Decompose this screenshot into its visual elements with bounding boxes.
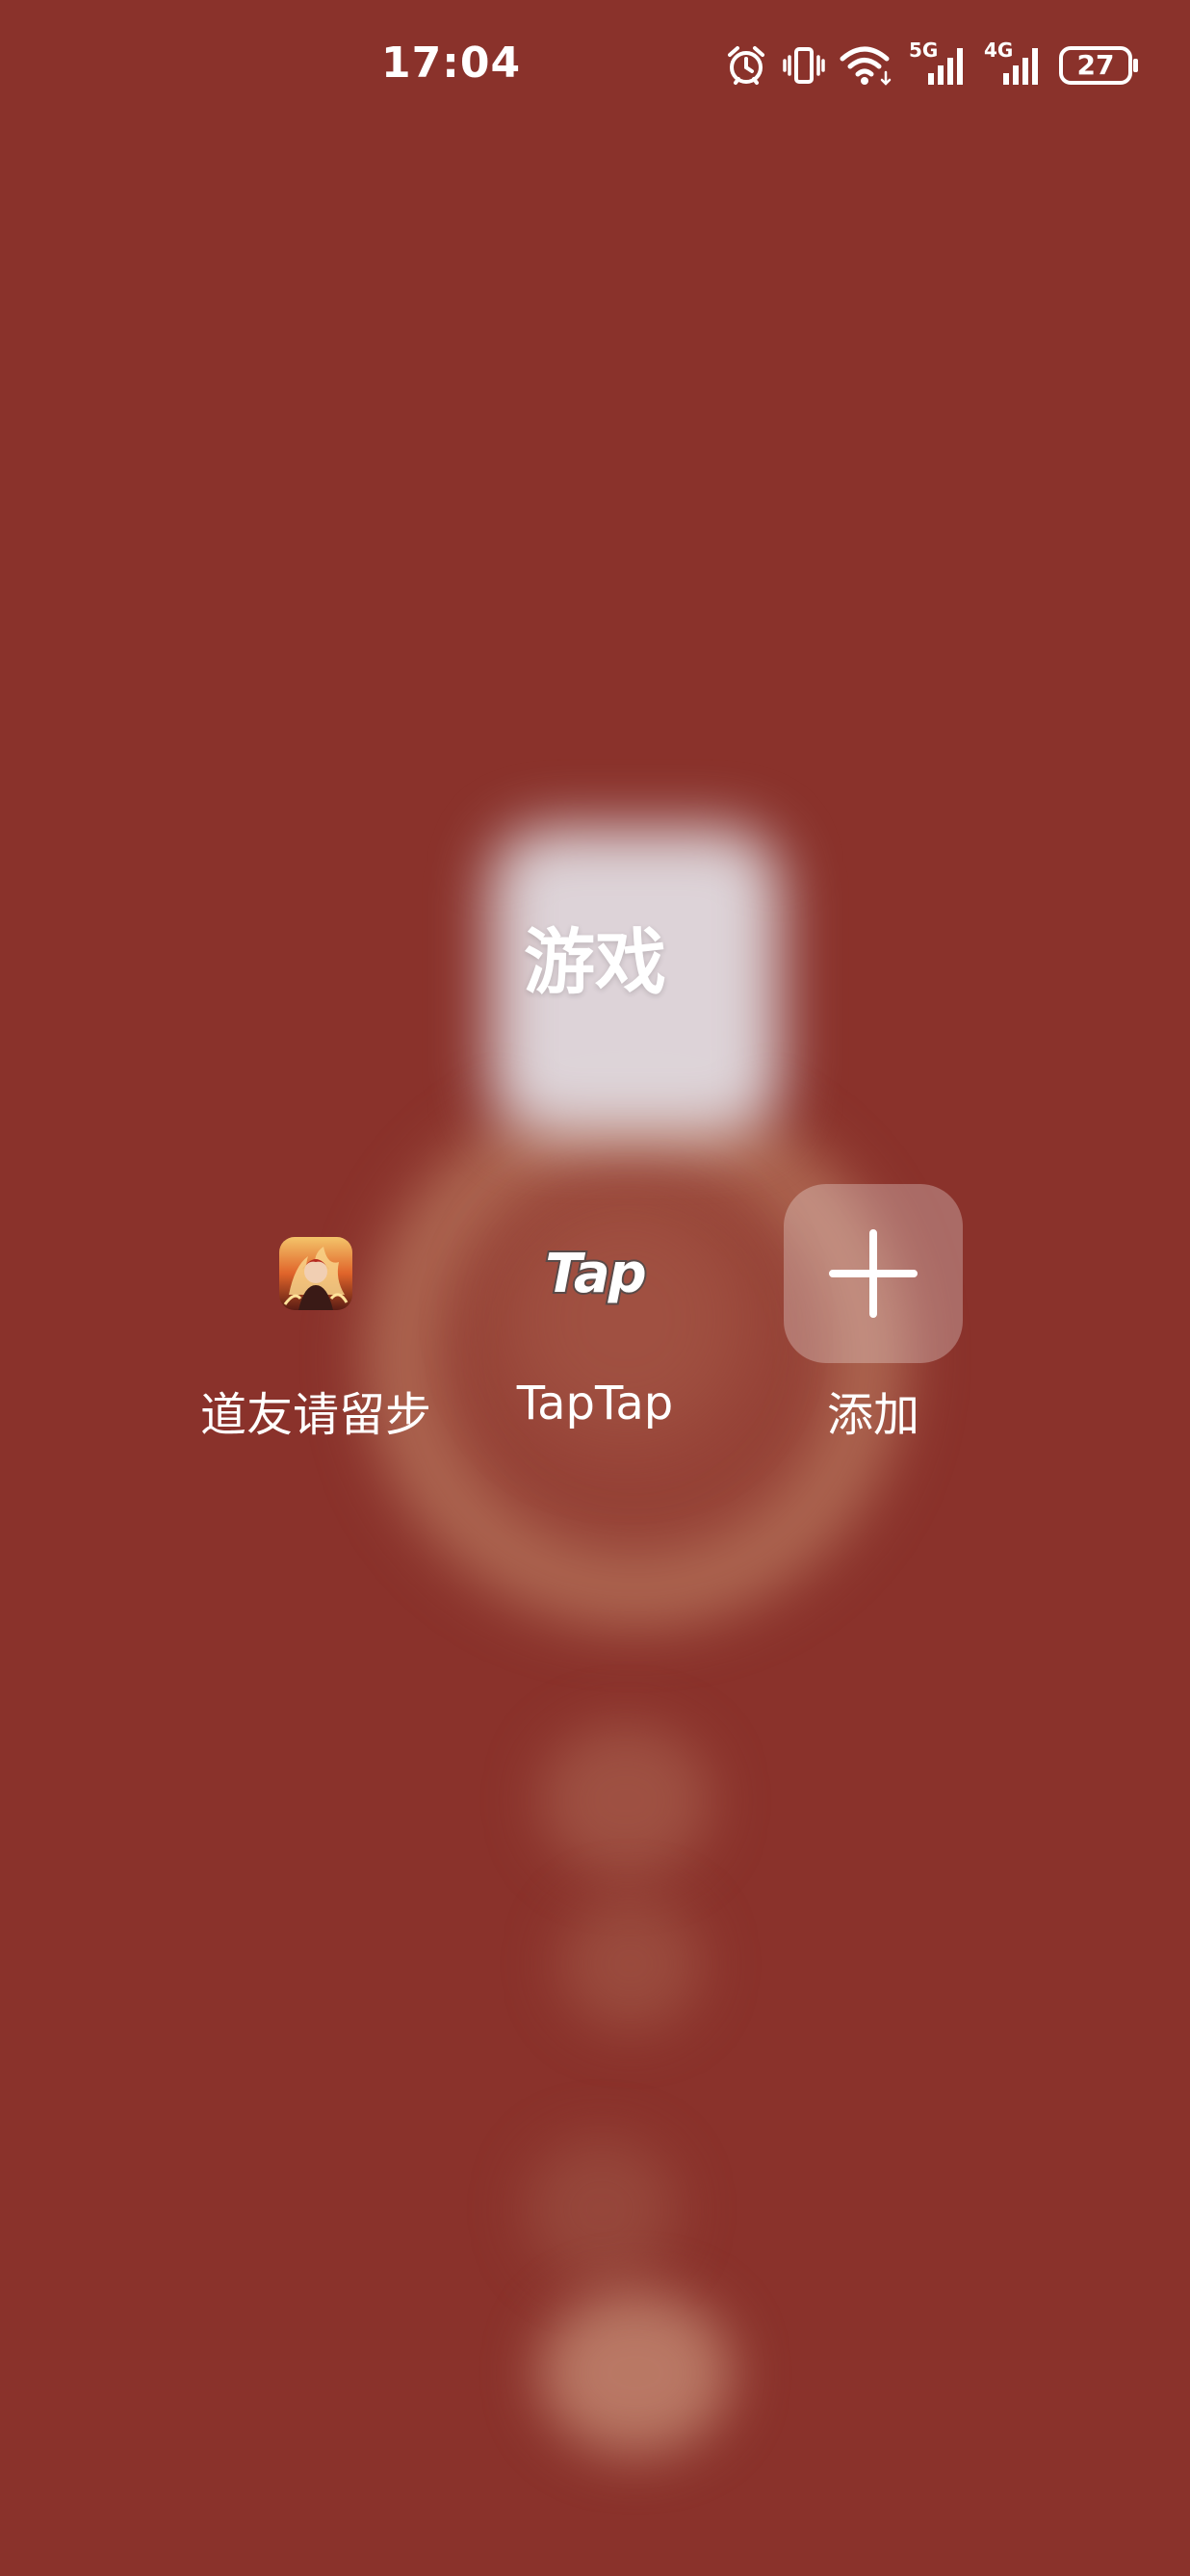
taptap-logo-text: Tap	[543, 1241, 648, 1307]
vibrate-icon	[783, 47, 825, 84]
battery-level: 27	[1076, 49, 1115, 81]
app-label: TapTap	[516, 1377, 674, 1430]
wallpaper-blob	[539, 2291, 732, 2455]
taptap-logo-icon: Tap	[505, 1184, 685, 1363]
wallpaper-blob	[558, 1896, 703, 2031]
status-time: 17:04	[381, 39, 522, 88]
wallpaper-blob	[525, 2137, 679, 2281]
status-bar: 17:04 5G 4G 27	[0, 0, 1190, 135]
signal-5g-icon: 5G	[909, 39, 970, 90]
status-icons: 5G 4G 27	[724, 39, 1140, 90]
app-taptap[interactable]: Tap TapTap	[451, 1184, 739, 1454]
wifi-icon	[840, 46, 892, 86]
wallpaper-blob	[539, 1723, 712, 1877]
add-app-button[interactable]: 添加	[729, 1184, 1018, 1454]
game-character-icon	[226, 1184, 405, 1363]
signal-4g-icon: 4G	[984, 39, 1046, 90]
app-daoyou[interactable]: 道友请留步	[171, 1184, 460, 1454]
plus-icon	[784, 1184, 963, 1363]
app-label: 添加	[826, 1388, 919, 1442]
folder-title[interactable]: 游戏	[0, 905, 1190, 1008]
home-screen-folder: 17:04 5G 4G 27 游戏 道友请留步 Tap TapTap 添加	[0, 0, 1190, 2576]
alarm-icon	[728, 46, 764, 85]
battery-icon: 27	[1059, 44, 1140, 87]
app-label: 道友请留步	[199, 1388, 431, 1442]
